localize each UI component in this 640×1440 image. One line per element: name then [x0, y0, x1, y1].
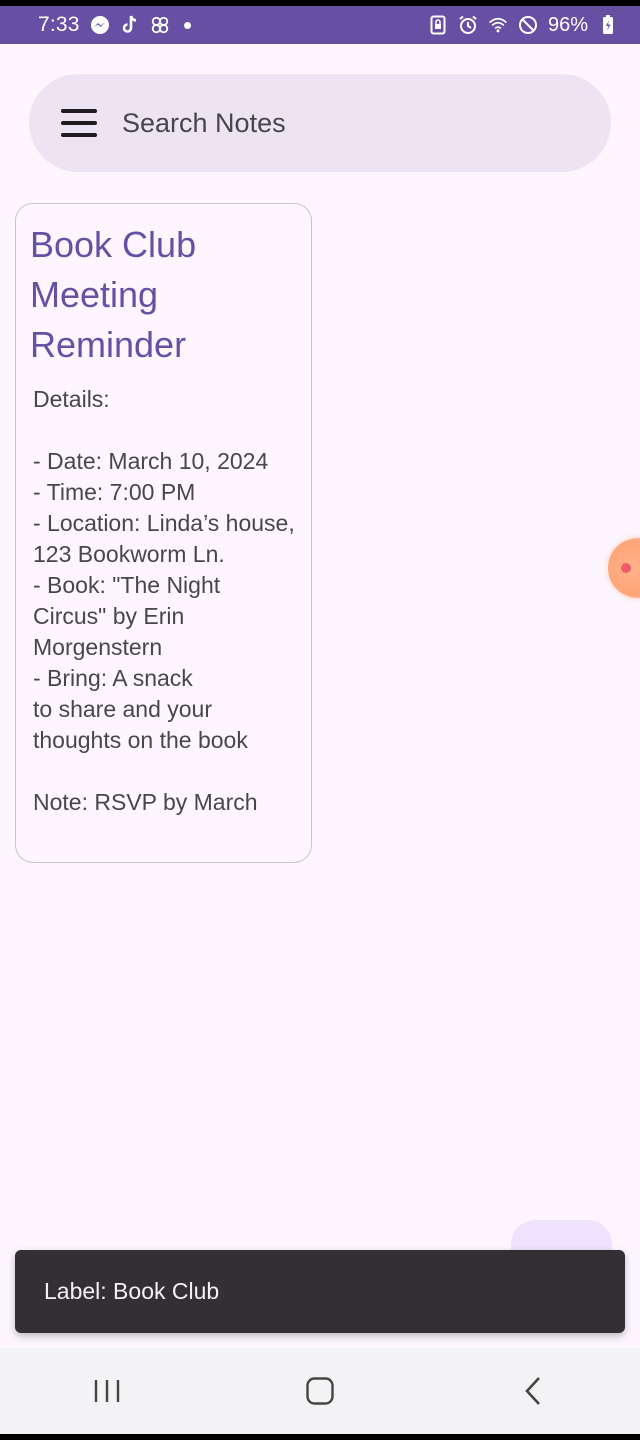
hamburger-menu-icon[interactable]: [61, 109, 97, 137]
snackbar: Label: Book Club: [15, 1250, 625, 1333]
home-icon: [306, 1377, 334, 1405]
note-card[interactable]: Book Club Meeting Reminder Details: - Da…: [15, 203, 312, 863]
battery-charging-icon: [598, 15, 618, 35]
battery-percent: 96%: [547, 13, 588, 36]
back-button[interactable]: [503, 1366, 563, 1416]
home-button[interactable]: [290, 1366, 350, 1416]
status-bar: 7:33 96%: [0, 6, 640, 44]
note-title: Book Club Meeting Reminder: [30, 224, 197, 365]
messenger-icon: [90, 15, 110, 35]
wifi-icon: [488, 15, 508, 35]
notification-dot-icon: [183, 21, 191, 29]
status-right: 96%: [428, 14, 618, 37]
search-bar[interactable]: Search Notes: [29, 74, 611, 172]
bubble-dot-icon: [621, 563, 631, 573]
tiktok-icon: [120, 15, 140, 35]
note-body: Details: - Date: March 10, 2024 - Time: …: [33, 386, 295, 815]
recents-button[interactable]: [77, 1366, 137, 1416]
sim-lock-icon: [428, 15, 448, 35]
floating-assistant-bubble[interactable]: [608, 538, 640, 598]
snackbar-message: Label: Book Club: [44, 1278, 220, 1304]
status-left: 7:33: [38, 13, 191, 37]
search-placeholder[interactable]: Search Notes: [122, 108, 286, 139]
system-navigation-bar: [0, 1348, 640, 1434]
bottom-bezel: [0, 1434, 640, 1440]
alarm-icon: [458, 15, 478, 35]
status-time: 7:33: [38, 13, 80, 36]
recents-icon: [94, 1380, 119, 1402]
do-not-disturb-icon: [518, 15, 538, 35]
back-icon: [525, 1377, 541, 1405]
pinwheel-icon: [150, 15, 170, 35]
